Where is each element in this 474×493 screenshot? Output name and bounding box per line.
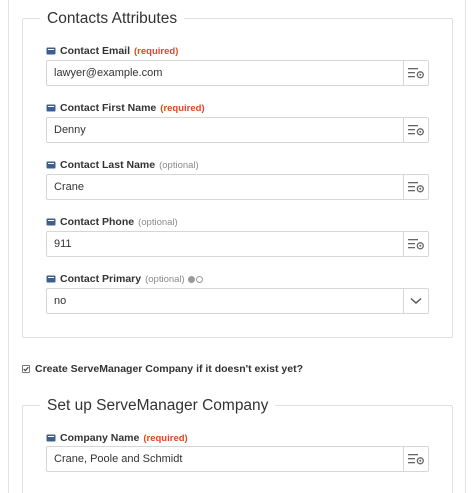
create-company-checkbox[interactable] [22, 365, 30, 373]
list-settings-icon [408, 182, 424, 193]
page-border-right [465, 0, 466, 493]
field-type-icon [46, 218, 56, 226]
company-name-label: Company Name (required) [46, 431, 188, 445]
list-settings-icon [408, 68, 424, 79]
required-tag: (required) [143, 432, 188, 444]
field-label-text: Contact First Name [60, 102, 157, 114]
field-type-icon [46, 434, 56, 442]
contact-first-name-input[interactable]: Denny [47, 118, 403, 142]
required-tag: (required) [134, 45, 179, 57]
company-name-input[interactable]: Crane, Poole and Schmidt [47, 447, 403, 471]
create-company-label: Create ServeManager Company if it doesn'… [35, 363, 303, 375]
contact-first-name-field[interactable]: Denny [46, 117, 429, 143]
insert-data-button[interactable] [403, 175, 428, 199]
page-border-left [8, 0, 9, 493]
chevron-down-icon [410, 297, 422, 304]
contact-last-name-input[interactable]: Crane [47, 175, 403, 199]
contact-last-name-field[interactable]: Crane [46, 174, 429, 200]
contacts-attributes-title: Contacts Attributes [40, 9, 185, 29]
checkmark-icon [23, 366, 29, 372]
contact-primary-select[interactable]: no [46, 288, 429, 314]
contact-primary-label: Contact Primary (optional) [46, 272, 203, 286]
field-type-icon [46, 47, 56, 55]
contact-email-label: Contact Email (required) [46, 44, 178, 58]
company-name-field[interactable]: Crane, Poole and Schmidt [46, 446, 429, 472]
toggle-dot-filled-icon [187, 275, 195, 283]
list-settings-icon [408, 239, 424, 250]
optional-tag: (optional) [138, 216, 178, 228]
insert-data-button[interactable] [403, 447, 428, 471]
toggle-dot-empty-icon [195, 275, 203, 283]
list-settings-icon [408, 454, 424, 465]
insert-data-button[interactable] [403, 118, 428, 142]
field-label-text: Contact Primary [60, 273, 142, 285]
optional-tag: (optional) [159, 159, 199, 171]
required-tag: (required) [160, 102, 205, 114]
create-company-checkbox-row[interactable]: Create ServeManager Company if it doesn'… [22, 362, 303, 376]
contact-email-field[interactable]: lawyer@example.com [46, 60, 429, 86]
field-label-text: Contact Last Name [60, 159, 156, 171]
field-type-icon [46, 161, 56, 169]
company-setup-title: Set up ServeManager Company [40, 396, 276, 416]
contact-primary-value[interactable]: no [47, 289, 403, 313]
field-label-text: Contact Phone [60, 216, 135, 228]
insert-data-button[interactable] [403, 61, 428, 85]
field-label-text: Company Name [60, 432, 140, 444]
contact-phone-field[interactable]: 911 [46, 231, 429, 257]
contact-last-name-label: Contact Last Name (optional) [46, 158, 199, 172]
field-type-icon [46, 104, 56, 112]
dropdown-button[interactable] [403, 289, 428, 313]
list-settings-icon [408, 125, 424, 136]
optional-tag: (optional) [145, 273, 185, 285]
contact-phone-label: Contact Phone (optional) [46, 215, 178, 229]
contact-phone-input[interactable]: 911 [47, 232, 403, 256]
field-type-icon [46, 275, 56, 283]
contact-first-name-label: Contact First Name (required) [46, 101, 205, 115]
contact-email-input[interactable]: lawyer@example.com [47, 61, 403, 85]
field-label-text: Contact Email [60, 45, 131, 57]
boolean-toggle-icon[interactable] [187, 275, 203, 283]
insert-data-button[interactable] [403, 232, 428, 256]
